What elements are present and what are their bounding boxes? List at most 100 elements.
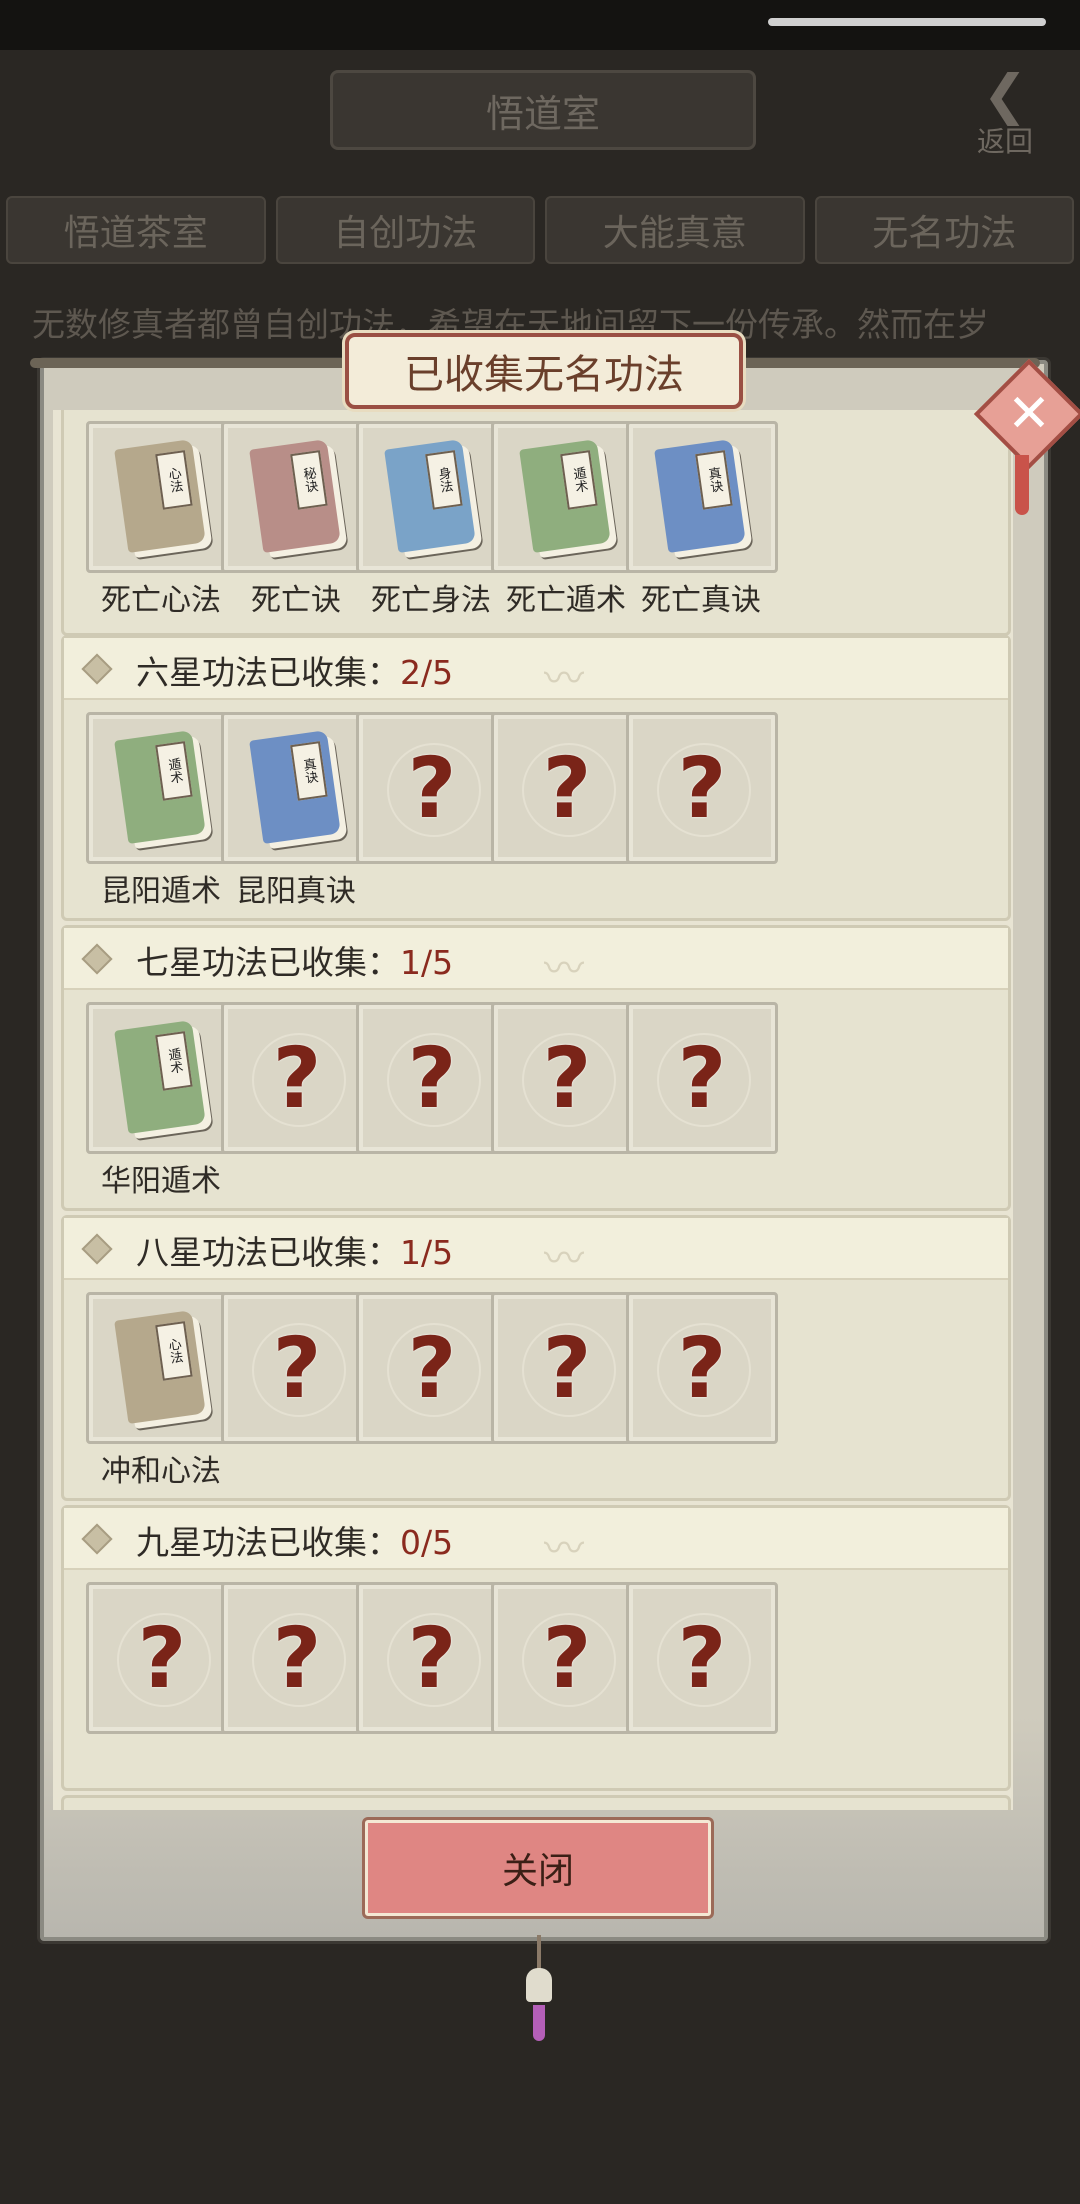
unknown-technique[interactable]: ? — [626, 1582, 778, 1734]
cloud-ornament-icon: 〰 — [544, 656, 584, 702]
unknown-technique[interactable]: ? — [626, 1292, 778, 1444]
collected-technique[interactable]: 心法 冲和心法 — [86, 1292, 238, 1490]
collected-technique[interactable]: 真诀 死亡真诀 — [626, 421, 778, 619]
cloud-ornament-icon: 〰 — [544, 946, 584, 992]
item-slot[interactable]: ? — [221, 1292, 373, 1444]
item-slot[interactable]: 真诀 — [221, 712, 373, 864]
close-button[interactable]: 关闭 — [365, 1820, 711, 1916]
item-slot[interactable]: 心法 — [86, 1292, 238, 1444]
group-title: 六星功法已收集：2/5 — [136, 646, 453, 694]
item-slot[interactable]: ? — [356, 1292, 508, 1444]
unknown-technique[interactable]: ? — [86, 1582, 238, 1734]
collection-list[interactable]: 心法 死亡心法 秘诀 死亡诀 身法 死亡身法 遁术 死亡遁术 真诀 死亡真诀 六星功法已收集：2/5… — [53, 410, 1013, 1810]
tab-tea-room[interactable]: 悟道茶室 — [6, 196, 266, 264]
collected-technique[interactable]: 身法死亡身法 — [356, 421, 508, 619]
unknown-technique[interactable]: ? — [221, 1582, 373, 1734]
group-header: 九星功法已收集：0/5 〰 — [64, 1508, 1008, 1572]
technique-name: 华阳遁术 — [101, 1164, 221, 1199]
question-mark-icon: ? — [677, 1029, 727, 1127]
group-title: 八星功法已收集：1/5 — [136, 1226, 453, 1274]
item-slot[interactable]: ? — [491, 1582, 643, 1734]
unknown-technique[interactable]: ? — [626, 1002, 778, 1154]
item-slot[interactable]: ? — [221, 1002, 373, 1154]
unknown-technique[interactable]: ? — [491, 1292, 643, 1444]
home-indicator[interactable] — [768, 18, 1046, 26]
technique-name: 昆阳遁术 — [101, 874, 221, 909]
back-button[interactable]: ❮ 返回 — [955, 60, 1055, 160]
item-slot[interactable]: ? — [626, 1582, 778, 1734]
item-slot[interactable]: ? — [86, 1582, 238, 1734]
item-slot[interactable]: ? — [491, 1002, 643, 1154]
question-mark-icon: ? — [272, 1029, 322, 1127]
item-slot[interactable]: ? — [356, 1582, 508, 1734]
technique-name: 昆阳真诀 — [236, 874, 356, 909]
unknown-technique[interactable]: ? — [221, 1002, 373, 1154]
item-slot[interactable]: ? — [491, 1292, 643, 1444]
unknown-technique[interactable]: ? — [626, 712, 778, 864]
item-slot[interactable]: ? — [626, 1002, 778, 1154]
technique-name: 死亡诀 — [251, 583, 341, 618]
book-icon: 身法 — [384, 439, 476, 553]
collected-technique[interactable]: 心法死亡心法 — [86, 421, 238, 619]
item-slot[interactable]: 身法 — [356, 421, 508, 573]
tab-master-intent[interactable]: 大能真意 — [545, 196, 805, 264]
technique-name: 死亡心法 — [101, 583, 221, 618]
book-cover-label: 身法 — [425, 450, 463, 510]
item-slot[interactable]: ? — [356, 1002, 508, 1154]
group-header: 八星功法已收集：1/5 〰 — [64, 1218, 1008, 1282]
technique-name: 死亡真诀 — [641, 583, 761, 618]
book-cover-label: 心法 — [155, 450, 193, 510]
unknown-technique[interactable]: ? — [356, 1002, 508, 1154]
back-label: 返回 — [976, 125, 1033, 158]
question-mark-icon: ? — [677, 1319, 727, 1417]
book-cover-label: 真诀 — [290, 741, 328, 801]
book-icon: 遁术 — [114, 1020, 206, 1134]
unknown-technique[interactable]: ? — [221, 1292, 373, 1444]
unknown-technique[interactable]: ? — [356, 1582, 508, 1734]
item-slot[interactable]: ? — [356, 712, 508, 864]
unknown-technique[interactable]: ? — [491, 1582, 643, 1734]
item-slot[interactable]: 真诀 — [626, 421, 778, 573]
bell-icon — [526, 1968, 552, 2002]
item-slot[interactable]: ? — [221, 1582, 373, 1734]
item-slot[interactable]: ? — [491, 712, 643, 864]
question-mark-icon: ? — [542, 1609, 592, 1707]
unknown-technique[interactable]: ? — [356, 712, 508, 864]
tab-nameless[interactable]: 无名功法 — [814, 196, 1074, 264]
tassel-decoration — [1015, 455, 1029, 515]
collected-technique[interactable]: 遁术 华阳遁术 — [86, 1002, 238, 1200]
group-count: 0/5 — [400, 1523, 454, 1562]
collected-technique[interactable]: 遁术 死亡遁术 — [491, 421, 643, 619]
book-icon: 遁术 — [519, 439, 611, 553]
question-mark-icon: ? — [272, 1609, 322, 1707]
diamond-icon — [81, 1233, 113, 1265]
diamond-icon — [81, 943, 113, 975]
unknown-technique[interactable]: ? — [356, 1292, 508, 1444]
item-slot[interactable]: 遁术 — [86, 1002, 238, 1154]
technique-group — [61, 1795, 1011, 1810]
question-mark-icon: ? — [542, 1319, 592, 1417]
group-title-text: 八星功法已收集： — [136, 1233, 400, 1272]
book-icon: 心法 — [114, 439, 206, 553]
item-slot[interactable]: ? — [626, 1292, 778, 1444]
modal-title: 已收集无名功法 — [345, 333, 743, 409]
unknown-technique[interactable]: ? — [491, 712, 643, 864]
collected-technique[interactable]: 真诀昆阳真诀 — [221, 712, 373, 910]
collected-technique[interactable]: 遁术昆阳遁术 — [86, 712, 238, 910]
book-icon: 秘诀 — [249, 439, 341, 553]
unknown-technique[interactable]: ? — [491, 1002, 643, 1154]
tab-self-created[interactable]: 自创功法 — [275, 196, 535, 264]
group-header: 六星功法已收集：2/5 〰 — [64, 638, 1008, 702]
question-mark-icon: ? — [407, 1029, 457, 1127]
item-slot[interactable]: ? — [626, 712, 778, 864]
item-slot[interactable]: 心法 — [86, 421, 238, 573]
cloud-ornament-icon: 〰 — [544, 1236, 584, 1282]
collected-technique[interactable]: 秘诀 死亡诀 — [221, 421, 373, 619]
technique-name: 死亡身法 — [371, 583, 491, 618]
book-cover-label: 遁术 — [155, 741, 193, 801]
item-slot[interactable]: 秘诀 — [221, 421, 373, 573]
item-slot[interactable]: 遁术 — [491, 421, 643, 573]
item-slot[interactable]: 遁术 — [86, 712, 238, 864]
group-title: 七星功法已收集：1/5 — [136, 936, 453, 984]
book-icon: 心法 — [114, 1310, 206, 1424]
